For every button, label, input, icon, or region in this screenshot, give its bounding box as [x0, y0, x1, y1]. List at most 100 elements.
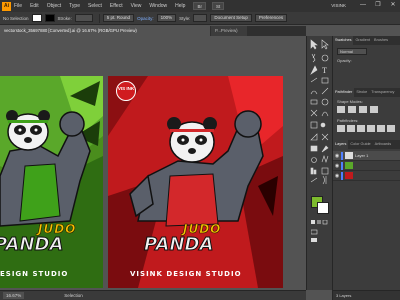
document-setup-button[interactable]: Document Setup [210, 14, 252, 22]
menu-view[interactable]: View [131, 3, 142, 9]
line-tool-icon[interactable] [310, 77, 318, 83]
menu-edit[interactable]: Edit [30, 3, 39, 9]
minus-front-icon[interactable] [348, 106, 356, 113]
free-transform-tool-icon[interactable] [310, 121, 318, 129]
rotate-tool-icon[interactable] [321, 98, 329, 106]
opacity-field[interactable]: 100% [156, 14, 177, 22]
lasso-tool-icon[interactable] [321, 54, 329, 62]
layer-row[interactable]: ◉ Layer 1 [333, 151, 400, 161]
magic-wand-tool-icon[interactable] [311, 53, 316, 63]
current-tool-status[interactable]: Selection [64, 293, 83, 298]
document-tab-active[interactable]: vectorstock_35697880 [Converted].ai @ 16… [0, 26, 210, 36]
preferences-button[interactable]: Preferences [254, 14, 288, 22]
artboard-red[interactable]: VIS INK JUDO PANDA VISINK DESIGN STUDIO [108, 76, 283, 288]
tab-swatches[interactable]: Swatches [333, 36, 354, 45]
bridge-button[interactable]: Br [193, 2, 206, 10]
tab-gradient[interactable]: Gradient [353, 36, 372, 45]
menu-object[interactable]: Object [47, 3, 61, 9]
merge-icon[interactable] [357, 125, 365, 132]
divide-icon[interactable] [337, 125, 345, 132]
outline-icon[interactable] [377, 125, 385, 132]
canvas[interactable]: JUDO PANDA ESIGN STUDIO VIS INK JUDO PAN… [0, 36, 306, 290]
right-panels: Swatches Gradient Brushes Normal Opacity… [332, 36, 400, 300]
direct-selection-tool-icon[interactable] [321, 39, 329, 50]
fill-swatch-control[interactable] [31, 14, 42, 22]
menu-effect[interactable]: Effect [110, 3, 123, 9]
trim-icon[interactable] [347, 125, 355, 132]
layer-row[interactable]: ◉ [333, 171, 400, 181]
menu-file[interactable]: File [14, 3, 22, 9]
perspective-grid-tool-icon[interactable] [310, 133, 318, 141]
document-tab[interactable]: P...Preview) [211, 26, 247, 36]
pen-tool-icon[interactable] [310, 65, 318, 75]
panda-title: PANDA [143, 234, 214, 256]
symbol-sprayer-tool-icon[interactable] [321, 155, 329, 163]
layer-thumbnail [345, 152, 353, 159]
gradient-mode-icon[interactable] [317, 220, 321, 224]
hand-tool-icon[interactable] [322, 175, 327, 185]
tab-stroke[interactable]: Stroke [354, 88, 369, 97]
menu-select[interactable]: Select [88, 3, 102, 9]
layer-row[interactable]: ◉ [333, 161, 400, 171]
width-tool-icon[interactable] [321, 111, 329, 117]
menu-type[interactable]: Type [69, 3, 80, 9]
selection-tool-icon[interactable] [310, 39, 318, 50]
illustrator-logo: Ai [2, 1, 11, 11]
none-mode-icon[interactable] [322, 220, 328, 225]
panda-title: PANDA [0, 234, 64, 256]
slice-tool-icon[interactable] [310, 177, 318, 183]
type-tool-icon[interactable]: T [322, 66, 327, 75]
visibility-eye-icon[interactable]: ◉ [333, 173, 341, 179]
close-icon[interactable]: ✕ [386, 1, 400, 10]
artboard-tool-icon[interactable] [321, 167, 329, 175]
exclude-icon[interactable] [370, 106, 378, 113]
blend-tool-icon[interactable] [311, 157, 317, 163]
maximize-icon[interactable]: ❐ [371, 1, 385, 10]
opacity-label[interactable]: Opacity: [137, 16, 154, 21]
layer-name[interactable]: Layer 1 [355, 153, 368, 158]
paintbrush-tool-icon[interactable] [310, 90, 318, 95]
menu-help[interactable]: Help [175, 3, 185, 9]
scale-tool-icon[interactable] [310, 109, 318, 117]
stroke-swatch-control[interactable] [44, 14, 55, 22]
intersect-icon[interactable] [359, 106, 367, 113]
artboard-green[interactable]: JUDO PANDA ESIGN STUDIO [0, 76, 103, 288]
rectangle-tool-icon[interactable] [321, 77, 329, 84]
tab-artboards[interactable]: Artboards [373, 140, 393, 149]
minimize-icon[interactable]: — [356, 1, 370, 10]
screen-mode-icon[interactable] [311, 238, 317, 242]
visibility-eye-icon[interactable]: ◉ [333, 163, 341, 169]
style-label: Style: [179, 15, 191, 21]
stroke-label: Stroke: [57, 15, 72, 21]
eraser-tool-icon[interactable] [310, 99, 318, 105]
stroke-weight-field[interactable] [74, 14, 93, 22]
unite-icon[interactable] [337, 106, 345, 113]
selection-status: No Selection [3, 15, 29, 21]
blend-mode-dropdown[interactable]: Normal [337, 48, 367, 55]
eyedropper-tool-icon[interactable] [321, 145, 329, 153]
tab-layers[interactable]: Layers [333, 140, 349, 149]
stroke-color-swatch[interactable] [317, 202, 329, 214]
minus-back-icon[interactable] [387, 125, 395, 132]
color-mode-icon[interactable] [311, 220, 315, 224]
stock-button[interactable]: St [211, 2, 225, 10]
brush-definition-dropdown[interactable]: 5 pt. Round [102, 14, 135, 22]
pencil-tool-icon[interactable] [321, 87, 329, 95]
crop-icon[interactable] [367, 125, 375, 132]
gradient-tool-icon[interactable] [310, 145, 318, 152]
column-graph-tool-icon[interactable] [310, 167, 314, 175]
tab-color-guide[interactable]: Color Guide [348, 140, 372, 149]
tool-icons: T [310, 39, 329, 185]
layers-panel-tabs: Layers Color Guide Artboards [333, 140, 400, 149]
tab-pathfinder[interactable]: Pathfinder [333, 88, 355, 97]
style-dropdown[interactable] [193, 14, 208, 22]
draw-mode-icon[interactable] [311, 229, 318, 235]
tab-brushes[interactable]: Brushes [372, 36, 390, 45]
mesh-tool-icon[interactable] [321, 133, 329, 141]
zoom-field[interactable]: 16.67% [3, 292, 25, 299]
shape-builder-tool-icon[interactable] [320, 122, 326, 128]
user-name[interactable]: VISINK [331, 3, 346, 8]
menu-window[interactable]: Window [149, 3, 167, 9]
visibility-eye-icon[interactable]: ◉ [333, 153, 341, 159]
tab-transparency[interactable]: Transparency [369, 88, 396, 97]
